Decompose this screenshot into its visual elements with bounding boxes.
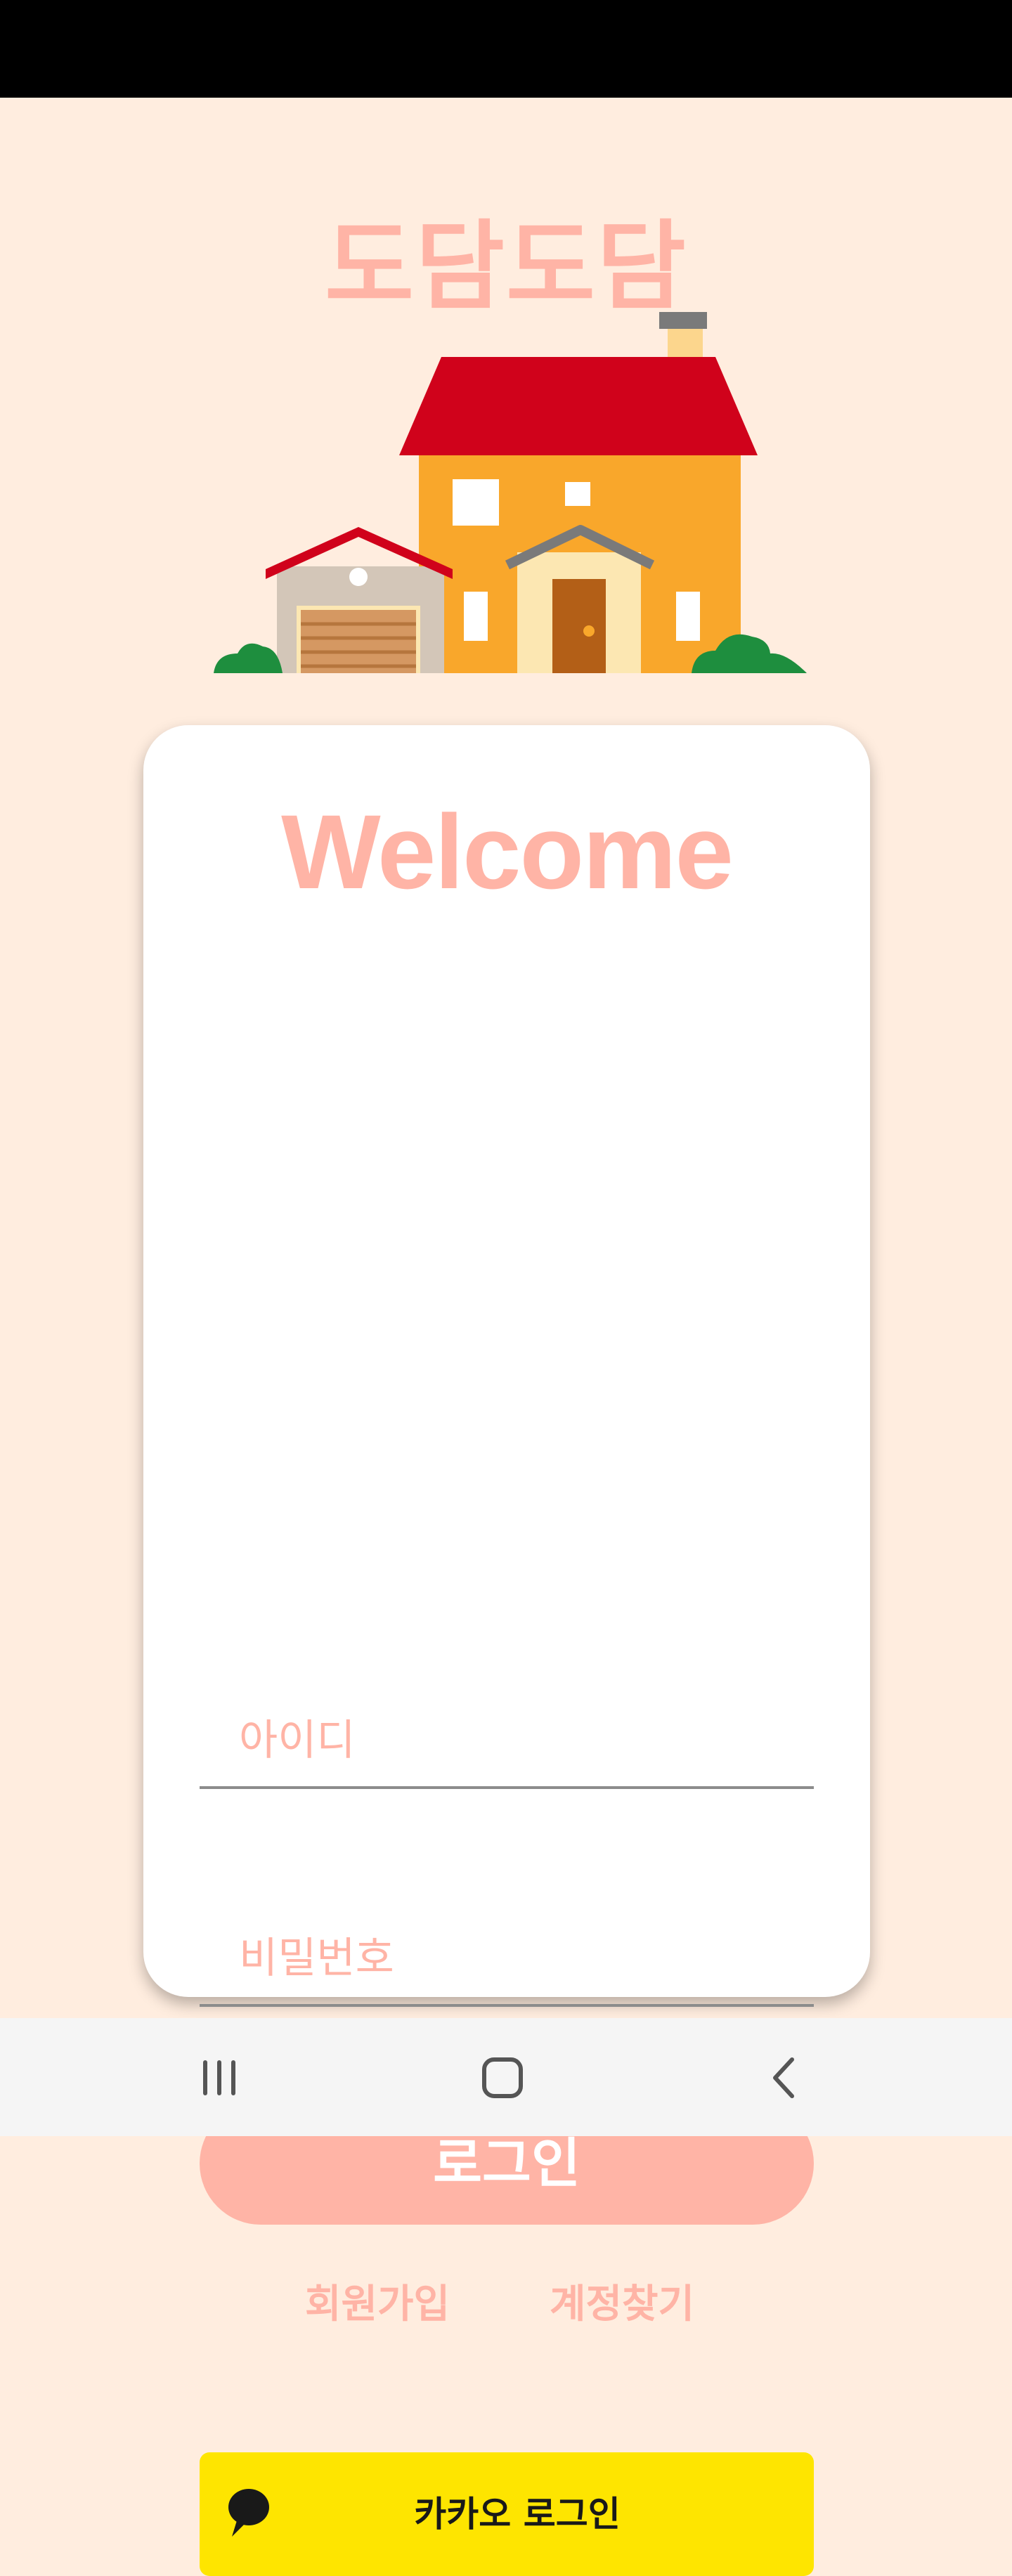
signup-link[interactable]: 회원가입 <box>305 2277 450 2333</box>
welcome-heading: Welcome <box>281 793 734 911</box>
recent-apps-button[interactable] <box>181 2046 258 2109</box>
status-bar <box>0 0 1012 98</box>
navigation-bar <box>0 2018 1012 2136</box>
kakao-login-button[interactable]: 카카오 로그인 <box>200 2452 814 2576</box>
password-field <box>200 1920 814 2007</box>
home-button[interactable] <box>464 2046 541 2109</box>
home-icon <box>482 2057 523 2098</box>
id-field <box>200 1702 814 1789</box>
back-button[interactable] <box>745 2046 822 2109</box>
password-input[interactable] <box>239 1920 801 1997</box>
back-icon <box>773 2057 794 2098</box>
login-card: Welcome 로그인 회원가입 계정찾기 카카오 로그인 <box>143 725 870 2576</box>
id-input[interactable] <box>239 1702 801 1779</box>
house-illustration <box>214 312 807 673</box>
recent-apps-icon <box>203 2060 235 2095</box>
kakao-login-label: 카카오 로그인 <box>414 2494 621 2535</box>
find-account-link[interactable]: 계정찾기 <box>550 2277 694 2333</box>
app-title: 도담도담 <box>325 210 687 323</box>
